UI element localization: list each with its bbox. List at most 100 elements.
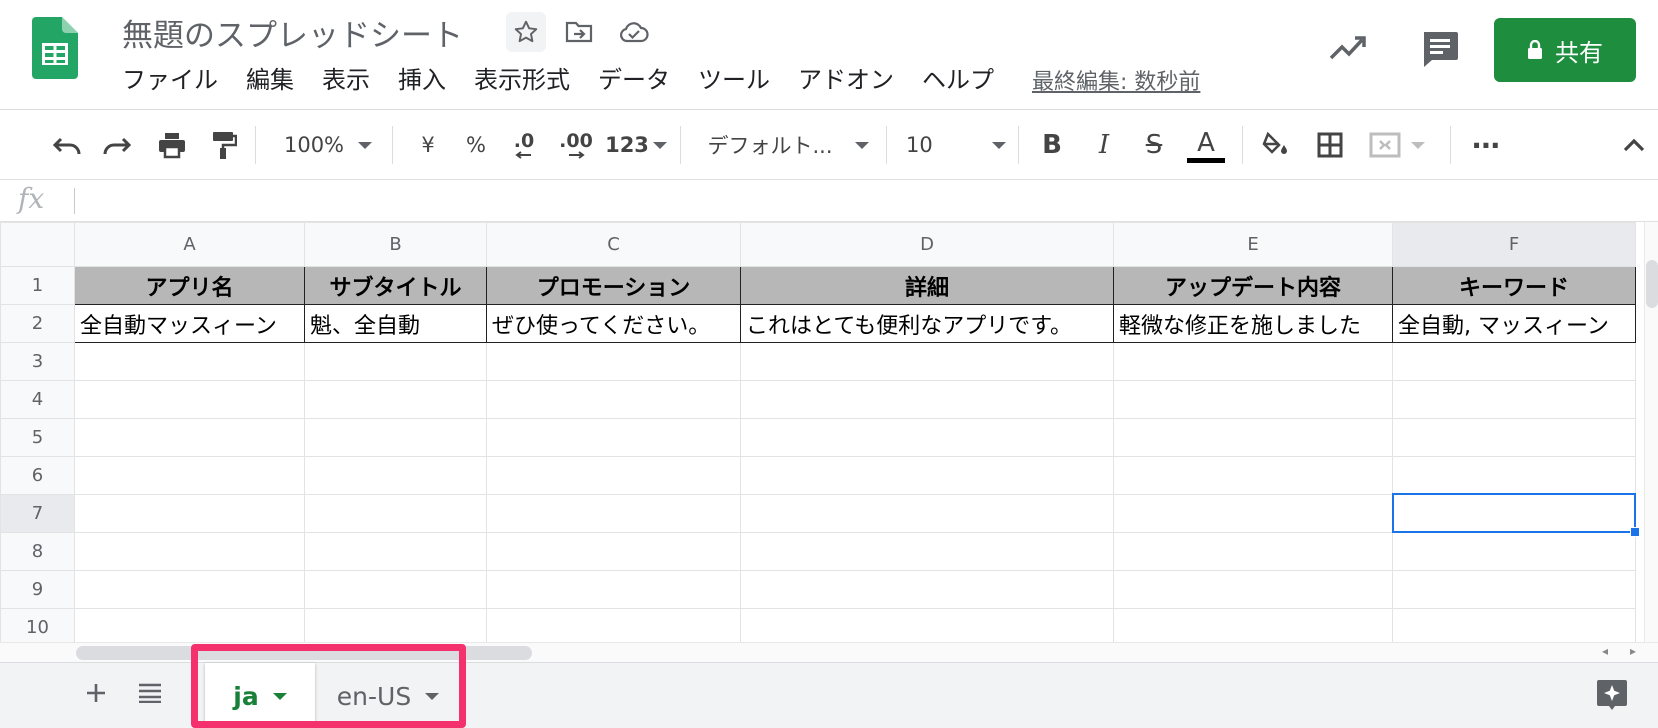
cell-d2[interactable]: これはとても便利なアプリです。: [740, 304, 1114, 343]
row-header-2[interactable]: 2: [0, 304, 75, 343]
cell-f10[interactable]: [1392, 608, 1636, 642]
column-header-d[interactable]: D: [740, 222, 1114, 267]
undo-icon[interactable]: [48, 125, 88, 165]
cell-f2[interactable]: 全自動, マッスィーン: [1392, 304, 1636, 343]
cell-c3[interactable]: [486, 342, 741, 381]
cell-d1[interactable]: 詳細: [740, 266, 1114, 305]
merge-cells-icon[interactable]: [1362, 125, 1432, 165]
activity-trend-icon[interactable]: [1328, 30, 1368, 64]
menu-format[interactable]: 表示形式: [474, 62, 570, 98]
cell-d4[interactable]: [740, 380, 1114, 419]
move-folder-icon[interactable]: [559, 12, 599, 52]
row-header-9[interactable]: 9: [0, 570, 75, 609]
italic-button[interactable]: I: [1086, 125, 1122, 165]
row-header-1[interactable]: 1: [0, 266, 75, 305]
column-header-e[interactable]: E: [1113, 222, 1393, 267]
horizontal-scrollbar-thumb[interactable]: [76, 646, 532, 660]
cell-c4[interactable]: [486, 380, 741, 419]
menu-view[interactable]: 表示: [322, 62, 370, 98]
cell-b2[interactable]: 魁、全自動: [304, 304, 487, 343]
column-header-b[interactable]: B: [304, 222, 487, 267]
menu-data[interactable]: データ: [598, 62, 670, 98]
menu-insert[interactable]: 挿入: [398, 62, 446, 98]
cell-c7[interactable]: [486, 494, 741, 533]
cell-d5[interactable]: [740, 418, 1114, 457]
vertical-scrollbar-thumb[interactable]: [1646, 260, 1658, 308]
strikethrough-button[interactable]: S: [1136, 125, 1172, 165]
cell-a2[interactable]: 全自動マッスィーン: [74, 304, 305, 343]
cell-f1[interactable]: キーワード: [1392, 266, 1636, 305]
cell-e8[interactable]: [1113, 532, 1393, 571]
cell-c2[interactable]: ぜひ使ってください。: [486, 304, 741, 343]
more-options-icon[interactable]: ⋯: [1462, 125, 1510, 165]
cell-a1[interactable]: アプリ名: [74, 266, 305, 305]
scroll-left-arrow-icon[interactable]: ◂: [1592, 644, 1618, 662]
row-header-8[interactable]: 8: [0, 532, 75, 571]
cell-b7[interactable]: [304, 494, 487, 533]
more-formats-select[interactable]: 123: [605, 125, 667, 165]
row-header-7[interactable]: 7: [0, 494, 75, 533]
menu-edit[interactable]: 編集: [246, 62, 294, 98]
currency-format-button[interactable]: ¥: [410, 125, 446, 165]
cell-f4[interactable]: [1392, 380, 1636, 419]
cell-c6[interactable]: [486, 456, 741, 495]
cell-e6[interactable]: [1113, 456, 1393, 495]
paint-format-icon[interactable]: [204, 125, 244, 165]
cell-f8[interactable]: [1392, 532, 1636, 571]
cell-a10[interactable]: [74, 608, 305, 642]
add-sheet-button[interactable]: [78, 675, 114, 711]
cell-d7[interactable]: [740, 494, 1114, 533]
cell-b5[interactable]: [304, 418, 487, 457]
explore-button[interactable]: [1592, 675, 1632, 715]
star-icon[interactable]: [506, 12, 546, 52]
cell-a4[interactable]: [74, 380, 305, 419]
menu-tools[interactable]: ツール: [698, 62, 770, 98]
comment-icon[interactable]: [1420, 30, 1460, 68]
cell-b6[interactable]: [304, 456, 487, 495]
cell-e9[interactable]: [1113, 570, 1393, 609]
cell-e4[interactable]: [1113, 380, 1393, 419]
row-header-3[interactable]: 3: [0, 342, 75, 381]
cell-a7[interactable]: [74, 494, 305, 533]
sheets-logo-icon[interactable]: [32, 17, 78, 79]
print-icon[interactable]: [152, 125, 192, 165]
cell-b8[interactable]: [304, 532, 487, 571]
last-edit-link[interactable]: 最終編集: 数秒前: [1032, 64, 1200, 96]
cell-d10[interactable]: [740, 608, 1114, 642]
cell-e3[interactable]: [1113, 342, 1393, 381]
cell-c1[interactable]: プロモーション: [486, 266, 741, 305]
decrease-decimal-button[interactable]: .0: [506, 125, 542, 165]
collapse-menu-icon[interactable]: [1614, 125, 1654, 165]
cell-e7[interactable]: [1113, 494, 1393, 533]
cell-b3[interactable]: [304, 342, 487, 381]
cell-a8[interactable]: [74, 532, 305, 571]
cell-e10[interactable]: [1113, 608, 1393, 642]
cell-d3[interactable]: [740, 342, 1114, 381]
font-size-select[interactable]: 10: [906, 125, 1006, 165]
cell-b9[interactable]: [304, 570, 487, 609]
cell-f6[interactable]: [1392, 456, 1636, 495]
cell-b1[interactable]: サブタイトル: [304, 266, 487, 305]
all-sheets-button[interactable]: [132, 675, 168, 711]
column-header-c[interactable]: C: [486, 222, 741, 267]
document-title[interactable]: 無題のスプレッドシート: [122, 10, 463, 55]
cell-c8[interactable]: [486, 532, 741, 571]
cell-b4[interactable]: [304, 380, 487, 419]
share-button[interactable]: 共有: [1494, 18, 1636, 82]
cell-c10[interactable]: [486, 608, 741, 642]
cell-f9[interactable]: [1392, 570, 1636, 609]
cell-e5[interactable]: [1113, 418, 1393, 457]
percent-format-button[interactable]: %: [458, 125, 494, 165]
sheet-tab-ja[interactable]: ja: [205, 663, 315, 728]
increase-decimal-button[interactable]: .00: [554, 125, 598, 165]
cell-e2[interactable]: 軽微な修正を施しました: [1113, 304, 1393, 343]
cell-f5[interactable]: [1392, 418, 1636, 457]
menu-file[interactable]: ファイル: [122, 62, 218, 98]
cell-d8[interactable]: [740, 532, 1114, 571]
cell-d6[interactable]: [740, 456, 1114, 495]
cell-b10[interactable]: [304, 608, 487, 642]
column-header-f[interactable]: F: [1392, 222, 1636, 267]
row-header-10[interactable]: 10: [0, 608, 75, 642]
select-all-corner[interactable]: [0, 222, 75, 267]
redo-icon[interactable]: [96, 125, 136, 165]
